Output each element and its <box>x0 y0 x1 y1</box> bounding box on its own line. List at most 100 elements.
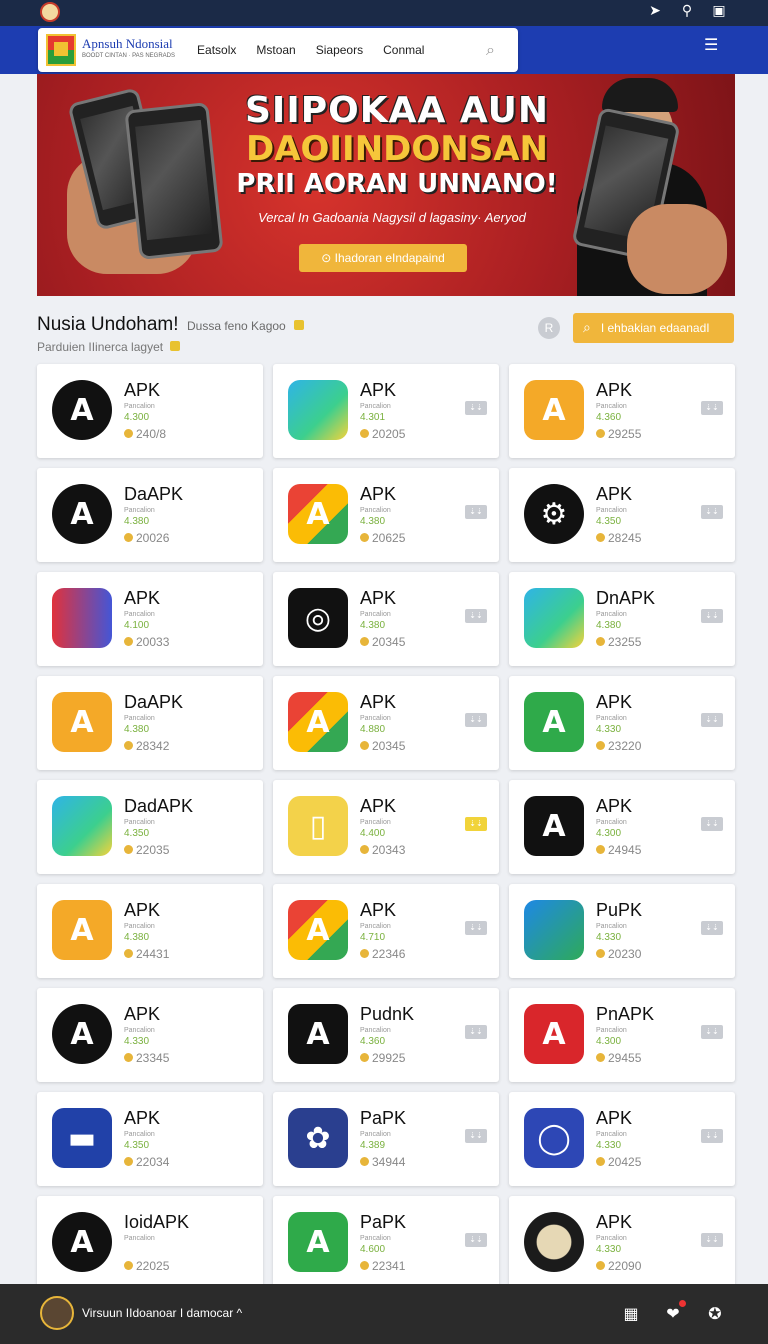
app-title[interactable]: APK <box>360 588 396 609</box>
install-tag[interactable]: ⇣⇣ <box>701 609 723 623</box>
map-app-icon[interactable] <box>288 380 348 440</box>
orange-triangle-app-icon[interactable]: A <box>52 900 112 960</box>
app-title[interactable]: PnAPK <box>596 1004 654 1025</box>
nav-link-2[interactable]: Mstoan <box>256 43 295 57</box>
app-card[interactable]: ⚙ APK Pancalion 4.350 28245 ⇣⇣ <box>509 468 735 562</box>
search-button[interactable]: ⌕ I ehbakian edaanadI <box>573 313 734 343</box>
app-title[interactable]: DnAPK <box>596 588 655 609</box>
app-title[interactable]: DaAPK <box>124 692 183 713</box>
app-title[interactable]: DaAPK <box>124 484 183 505</box>
app-card[interactable]: APK Pancalion 4.330 22090 ⇣⇣ <box>509 1196 735 1290</box>
app-title[interactable]: IoidAPK <box>124 1212 189 1233</box>
app-title[interactable]: APK <box>596 484 632 505</box>
bottom-bar-text[interactable]: Virsuun IIdoanoar I damocar ^ <box>82 1306 242 1320</box>
app-card[interactable]: A APK Pancalion 4.300 24945 ⇣⇣ <box>509 780 735 874</box>
orange-triangle-app-icon[interactable]: A <box>52 692 112 752</box>
install-tag[interactable]: ⇣⇣ <box>465 401 487 415</box>
app-card[interactable]: APK Pancalion 4.100 20033 <box>37 572 263 666</box>
red-blue-triangle-app-icon[interactable] <box>52 588 112 648</box>
black-circle-app-icon[interactable]: A <box>52 1212 112 1272</box>
app-card[interactable]: ▬ APK Pancalion 4.350 22034 <box>37 1092 263 1186</box>
brand-logo[interactable] <box>46 34 76 66</box>
black-square-app-icon[interactable]: A <box>288 1004 348 1064</box>
nav-link-4[interactable]: Conmal <box>383 43 424 57</box>
install-tag[interactable]: ⇣⇣ <box>701 505 723 519</box>
app-card[interactable]: A APK Pancalion 4.360 29255 ⇣⇣ <box>509 364 735 458</box>
install-tag[interactable]: ⇣⇣ <box>465 713 487 727</box>
app-card[interactable]: A PudnK Pancalion 4.360 29925 ⇣⇣ <box>273 988 499 1082</box>
black-circle-app-icon[interactable]: A <box>52 484 112 544</box>
avatar[interactable] <box>40 1296 74 1330</box>
app-title[interactable]: DadAPK <box>124 796 193 817</box>
install-tag[interactable]: ⇣⇣ <box>465 505 487 519</box>
app-card[interactable]: A APK Pancalion 4.330 23220 ⇣⇣ <box>509 676 735 770</box>
green-blue-triangle-app-icon[interactable] <box>524 900 584 960</box>
app-title[interactable]: APK <box>360 380 396 401</box>
shield-app-icon[interactable]: ◯ <box>524 1108 584 1168</box>
app-card[interactable]: A APK Pancalion 4.300 240/8 <box>37 364 263 458</box>
app-card[interactable]: DnAPK Pancalion 4.380 23255 ⇣⇣ <box>509 572 735 666</box>
badge-app-icon[interactable]: ⚙ <box>524 484 584 544</box>
chat-icon[interactable]: ❤ <box>664 1300 686 1323</box>
key-icon[interactable]: ⚲ <box>678 3 696 19</box>
black-circle-app-icon[interactable]: A <box>52 380 112 440</box>
install-tag[interactable]: ⇣⇣ <box>701 1233 723 1247</box>
phone-sketch-app-icon[interactable]: ▯ <box>288 796 348 856</box>
app-title[interactable]: APK <box>596 1108 632 1129</box>
app-card[interactable]: ◎ APK Pancalion 4.380 20345 ⇣⇣ <box>273 572 499 666</box>
app-card[interactable]: A DaAPK Pancalion 4.380 20026 <box>37 468 263 562</box>
app-title[interactable]: APK <box>360 484 396 505</box>
install-tag[interactable]: ⇣⇣ <box>465 921 487 935</box>
app-title[interactable]: APK <box>360 692 396 713</box>
app-title[interactable]: APK <box>360 796 396 817</box>
app-title[interactable]: PudnK <box>360 1004 414 1025</box>
multicolor-triangle-app-icon[interactable]: A <box>288 484 348 544</box>
app-title[interactable]: PuPK <box>596 900 642 921</box>
app-title[interactable]: APK <box>596 1212 632 1233</box>
app-card[interactable]: ✿ PaPK Pancalion 4.389 34944 ⇣⇣ <box>273 1092 499 1186</box>
app-card[interactable]: A APK Pancalion 4.710 22346 ⇣⇣ <box>273 884 499 978</box>
app-card[interactable]: A APK Pancalion 4.380 20625 ⇣⇣ <box>273 468 499 562</box>
app-title[interactable]: APK <box>596 380 632 401</box>
search-icon[interactable]: ⌕ <box>486 40 504 59</box>
orange-maple-app-icon[interactable]: ✿ <box>288 1108 348 1168</box>
app-card[interactable]: A APK Pancalion 4.880 20345 ⇣⇣ <box>273 676 499 770</box>
map-app-icon[interactable] <box>524 588 584 648</box>
app-title[interactable]: APK <box>124 380 160 401</box>
location-icon[interactable]: ➤ <box>646 3 664 19</box>
camera-app-icon[interactable]: ◎ <box>288 588 348 648</box>
app-title[interactable]: APK <box>596 796 632 817</box>
app-card[interactable]: A PnAPK Pancalion 4.300 29455 ⇣⇣ <box>509 988 735 1082</box>
app-card[interactable]: DadAPK Pancalion 4.350 22035 <box>37 780 263 874</box>
install-tag[interactable]: ⇣⇣ <box>465 1233 487 1247</box>
blue-card-app-icon[interactable]: ▬ <box>52 1108 112 1168</box>
app-title[interactable]: APK <box>124 1108 160 1129</box>
app-card[interactable]: A PaPK Pancalion 4.600 22341 ⇣⇣ <box>273 1196 499 1290</box>
emblem-app-icon[interactable] <box>524 1212 584 1272</box>
orange-triangle-app-icon[interactable]: A <box>524 380 584 440</box>
app-title[interactable]: APK <box>124 1004 160 1025</box>
app-card[interactable]: A DaAPK Pancalion 4.380 28342 <box>37 676 263 770</box>
grid-icon[interactable]: ▦ <box>622 1304 640 1323</box>
install-tag[interactable]: ⇣⇣ <box>465 1025 487 1039</box>
black-square-app-icon[interactable]: A <box>524 796 584 856</box>
nav-link-1[interactable]: Eatsolx <box>197 43 236 57</box>
install-tag[interactable]: ⇣⇣ <box>701 1025 723 1039</box>
hamburger-menu-icon[interactable]: ☰ <box>704 37 720 53</box>
nav-link-3[interactable]: Siapeors <box>316 43 363 57</box>
app-title[interactable]: PaPK <box>360 1108 406 1129</box>
multicolor-triangle-app-icon[interactable]: A <box>288 692 348 752</box>
app-card[interactable]: A IoidAPK Pancalion 22025 <box>37 1196 263 1290</box>
red-square-app-icon[interactable]: A <box>524 1004 584 1064</box>
hero-banner[interactable]: SIIPOKAA AUN DAOIINDONSAN PRII AORAN UNN… <box>37 74 735 296</box>
hero-cta-button[interactable]: ⊙ Ihadoran eIndapaind <box>299 244 467 272</box>
profile-icon[interactable]: ✪ <box>706 1304 724 1323</box>
black-circle-app-icon[interactable]: A <box>52 1004 112 1064</box>
app-card[interactable]: A APK Pancalion 4.380 24431 <box>37 884 263 978</box>
app-card[interactable]: APK Pancalion 4.301 20205 ⇣⇣ <box>273 364 499 458</box>
install-tag[interactable]: ⇣⇣ <box>701 401 723 415</box>
app-title[interactable]: PaPK <box>360 1212 406 1233</box>
app-card[interactable]: PuPK Pancalion 4.330 20230 ⇣⇣ <box>509 884 735 978</box>
multicolor-triangle-app-icon[interactable]: A <box>288 900 348 960</box>
install-tag[interactable]: ⇣⇣ <box>701 921 723 935</box>
